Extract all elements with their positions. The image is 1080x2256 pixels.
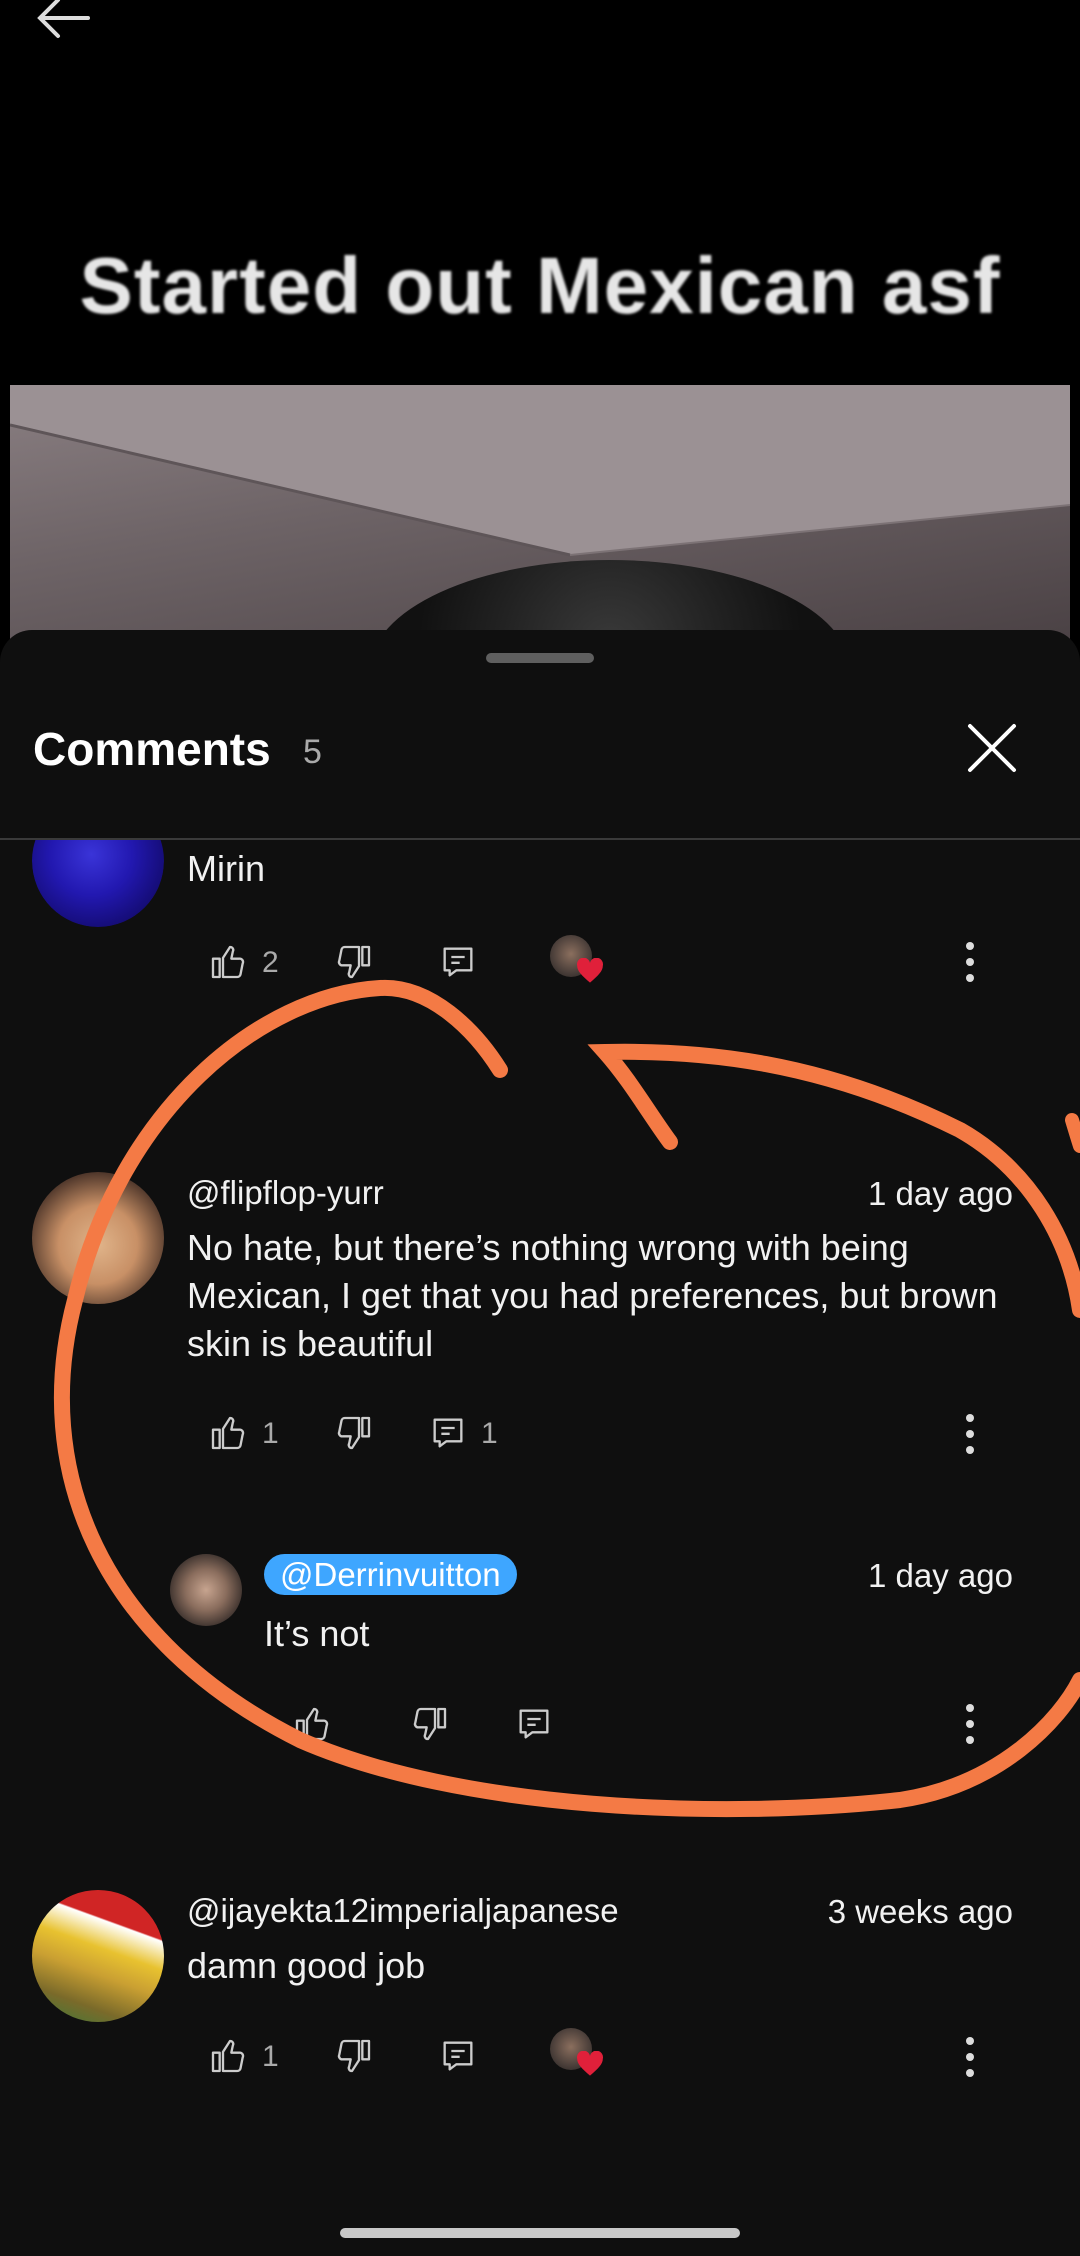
reply-icon[interactable] — [428, 1413, 468, 1453]
like-icon[interactable] — [208, 942, 248, 982]
more-vert-icon[interactable] — [954, 938, 986, 986]
reply-icon[interactable] — [438, 942, 478, 982]
like-count: 1 — [262, 2040, 279, 2073]
dislike-icon[interactable] — [334, 1413, 374, 1453]
sheet-title: Comments — [33, 723, 271, 775]
back-arrow-icon[interactable] — [28, 0, 98, 50]
heart-icon — [576, 958, 604, 984]
dislike-icon[interactable] — [334, 942, 374, 982]
reply-mention[interactable]: @Derrinvuitton — [264, 1554, 517, 1595]
like-icon[interactable] — [292, 1704, 332, 1744]
video-frame — [10, 385, 1070, 645]
comment-time: 1 day ago — [868, 1175, 1013, 1212]
dislike-icon[interactable] — [334, 2036, 374, 2076]
comment-count: 5 — [303, 733, 322, 771]
like-count: 2 — [262, 946, 279, 979]
dislike-icon[interactable] — [410, 1704, 450, 1744]
more-vert-icon[interactable] — [954, 2033, 986, 2081]
reply-time: 1 day ago — [868, 1557, 1013, 1594]
comment-username[interactable]: @flipflop-yurr — [187, 1174, 384, 1212]
close-icon[interactable] — [962, 718, 1022, 778]
avatar[interactable] — [32, 1172, 164, 1304]
comment-username[interactable]: @ijayekta12imperialjapanese — [187, 1892, 619, 1930]
like-icon[interactable] — [208, 2036, 248, 2076]
avatar[interactable] — [32, 1890, 164, 2022]
reply-text: It’s not — [264, 1613, 370, 1654]
more-vert-icon[interactable] — [954, 1700, 986, 1748]
comment-text: Mirin — [187, 848, 265, 889]
video-caption: Started out Mexican asf — [79, 241, 1001, 330]
drag-handle[interactable] — [486, 653, 594, 663]
more-vert-icon[interactable] — [954, 1410, 986, 1458]
home-indicator[interactable] — [340, 2228, 740, 2238]
reply-icon[interactable] — [514, 1704, 554, 1744]
comment-text: No hate, but there’s nothing wrong with … — [187, 1227, 998, 1364]
comment-time: 3 weeks ago — [827, 1893, 1013, 1930]
heart-icon — [576, 2051, 604, 2077]
reply-count: 1 — [481, 1417, 498, 1450]
comment-text: damn good job — [187, 1945, 426, 1986]
reply-icon[interactable] — [438, 2036, 478, 2076]
header-divider — [0, 838, 1080, 840]
avatar[interactable] — [170, 1554, 242, 1626]
like-count: 1 — [262, 1417, 279, 1450]
like-icon[interactable] — [208, 1413, 248, 1453]
